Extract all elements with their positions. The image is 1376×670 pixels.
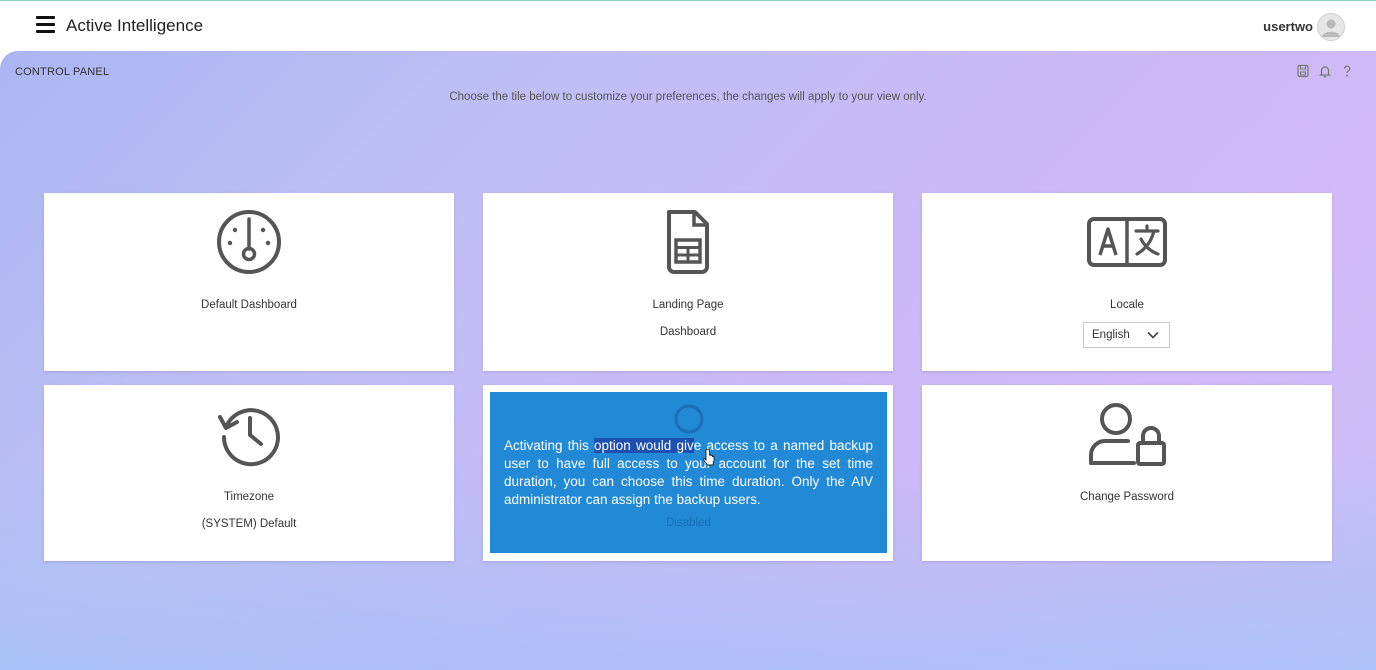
tile-change-password[interactable]: Change Password xyxy=(922,385,1332,561)
user-name[interactable]: usertwo xyxy=(1263,19,1313,34)
save-icon[interactable] xyxy=(1296,64,1310,78)
locale-select[interactable]: English xyxy=(1083,322,1170,348)
hamburger-menu-icon[interactable] xyxy=(36,16,55,34)
tile-label: Timezone xyxy=(223,491,275,503)
tile-value: Disabled xyxy=(666,517,711,529)
tile-label: Change Password xyxy=(1080,491,1174,503)
instruction-text: Choose the tile below to customize your … xyxy=(449,91,927,103)
tile-timezone[interactable]: Timezone (SYSTEM) Default xyxy=(44,385,454,561)
hand-cursor-icon xyxy=(703,449,715,466)
user-avatar-icon xyxy=(1322,19,1340,37)
avatar[interactable] xyxy=(1317,13,1345,41)
chevron-down-icon xyxy=(1147,331,1159,339)
page-title: CONTROL PANEL xyxy=(15,66,110,78)
user-lock-icon xyxy=(1089,403,1166,466)
tile-locale[interactable]: Locale English xyxy=(922,193,1332,371)
document-table-icon xyxy=(667,210,709,274)
locale-selected-value: English xyxy=(1092,329,1130,341)
tile-default-dashboard[interactable]: Default Dashboard xyxy=(44,193,454,371)
app-title: Active Intelligence xyxy=(66,16,204,35)
toolbar xyxy=(1296,64,1354,78)
tile-label: Locale xyxy=(1110,299,1144,311)
tile-value: (SYSTEM) Default xyxy=(201,518,297,530)
tile-label: Landing Page xyxy=(652,299,724,311)
dashboard-gauge-icon xyxy=(217,210,281,274)
app-header: Active Intelligence usertwo xyxy=(0,1,1376,50)
translate-icon xyxy=(1087,217,1167,267)
bell-icon[interactable] xyxy=(1318,64,1332,78)
tile-backup[interactable]: Disabled Activating this option would gi… xyxy=(483,385,893,561)
backup-tooltip: Disabled Activating this option would gi… xyxy=(490,392,887,553)
tooltip-text: Activating this option would give access… xyxy=(504,438,873,507)
help-icon[interactable] xyxy=(1340,64,1354,78)
backup-circle-icon xyxy=(674,404,704,434)
tile-landing-page[interactable]: Landing Page Dashboard xyxy=(483,193,893,371)
history-clock-icon xyxy=(218,408,280,467)
tile-label: Default Dashboard xyxy=(201,299,297,311)
control-panel: CONTROL PANEL Choose the tile below to c… xyxy=(0,51,1376,670)
tile-value: Dashboard xyxy=(659,326,717,338)
